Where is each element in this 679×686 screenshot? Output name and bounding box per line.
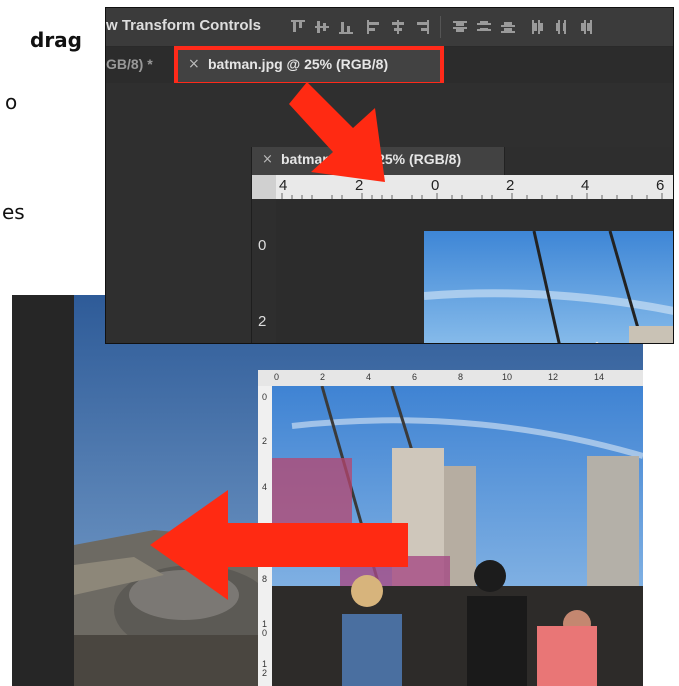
tab-label: GB/8) * [106, 56, 153, 72]
ruler-tick: 2 [506, 177, 515, 194]
options-bar: w Transform Controls [106, 8, 673, 47]
show-transform-controls-label[interactable]: w Transform Controls [106, 17, 261, 34]
down-arrow [289, 82, 385, 182]
align-top-icon[interactable] [290, 19, 306, 35]
ruler-tick: 14 [594, 372, 605, 382]
ruler-tick: 2 [320, 372, 326, 382]
ruler-tick: 2 [258, 313, 267, 330]
ruler-tick: 4 [366, 372, 372, 382]
align-left-icon[interactable] [366, 19, 382, 35]
article-text-drag: drag [30, 28, 82, 52]
ruler-tick: 2 [262, 436, 268, 446]
ruler-tick: 0 [431, 177, 440, 194]
distribute-bottom-icon[interactable] [500, 19, 516, 35]
article-text-o: o [5, 90, 18, 114]
align-vcenter-icon[interactable] [314, 19, 330, 35]
ruler-tick: 1 0 [262, 619, 268, 638]
ruler-tick: 1 2 [262, 659, 268, 678]
close-icon[interactable]: × [262, 152, 273, 167]
distribute-left-icon[interactable] [530, 19, 546, 35]
panel-edge [12, 295, 74, 686]
ruler-tick: 0 [258, 237, 267, 254]
align-bottom-icon[interactable] [338, 19, 354, 35]
left-arrow [150, 490, 408, 600]
ruler-tick: 12 [548, 372, 559, 382]
tab-other-document[interactable]: GB/8) * [106, 47, 153, 83]
ruler-tick: 0 [262, 392, 268, 402]
ruler-origin[interactable] [252, 175, 276, 199]
batman-photo-preview [424, 231, 673, 343]
toolbar-divider [440, 16, 441, 38]
lower-horizontal-ruler[interactable]: 0 2 4 6 8 10 12 14 [258, 370, 643, 386]
ruler-ticks [281, 193, 663, 199]
ruler-tick: 6 [656, 177, 665, 194]
top-screenshot: w Transform Controls GB/8) * × batman.jp… [106, 8, 673, 343]
ruler-tick: 10 [502, 372, 513, 382]
article-text-es: es [2, 200, 25, 224]
distribute-top-icon[interactable] [452, 19, 468, 35]
tab-highlight-box [174, 46, 444, 86]
distribute-hcenter-icon[interactable] [554, 19, 570, 35]
distribute-vcenter-icon[interactable] [476, 19, 492, 35]
distribute-right-icon[interactable] [578, 19, 594, 35]
ruler-tick: 4 [279, 177, 288, 194]
ruler-tick: 4 [581, 177, 590, 194]
ruler-tick: 8 [458, 372, 464, 382]
ruler-tick: 0 [274, 372, 280, 382]
vertical-ruler[interactable]: 0 2 [252, 199, 276, 343]
tab-bar-empty-area [505, 147, 673, 175]
align-hcenter-icon[interactable] [390, 19, 406, 35]
align-right-icon[interactable] [414, 19, 430, 35]
ruler-tick: 6 [412, 372, 418, 382]
